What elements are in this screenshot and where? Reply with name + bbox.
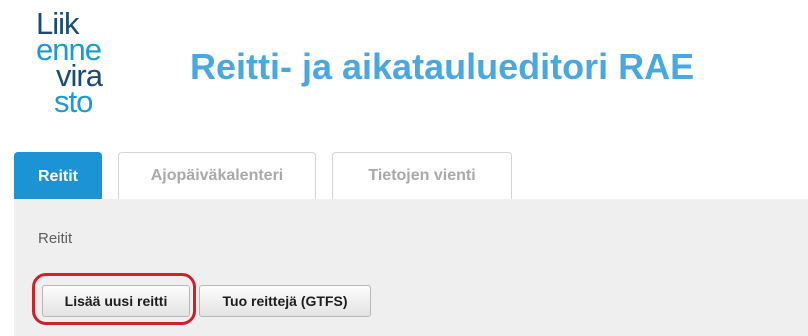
section-label: Reitit (38, 230, 73, 247)
tab-content-panel: Reitit Lisää uusi reitti Tuo reittejä (G… (14, 199, 808, 336)
logo-line-4: sto (54, 84, 93, 119)
tab-reitit[interactable]: Reitit (14, 152, 102, 200)
liikennevirasto-logo: Liik enne vira sto (36, 8, 156, 130)
import-routes-gtfs-button[interactable]: Tuo reittejä (GTFS) (199, 285, 371, 317)
add-route-button[interactable]: Lisää uusi reitti (42, 285, 190, 317)
tab-tietojen-vienti[interactable]: Tietojen vienti (332, 152, 512, 199)
tab-ajopaivakalenteri[interactable]: Ajopäiväkalenteri (118, 152, 316, 199)
app-title: Reitti- ja aikataulueditori RAE (190, 46, 695, 87)
